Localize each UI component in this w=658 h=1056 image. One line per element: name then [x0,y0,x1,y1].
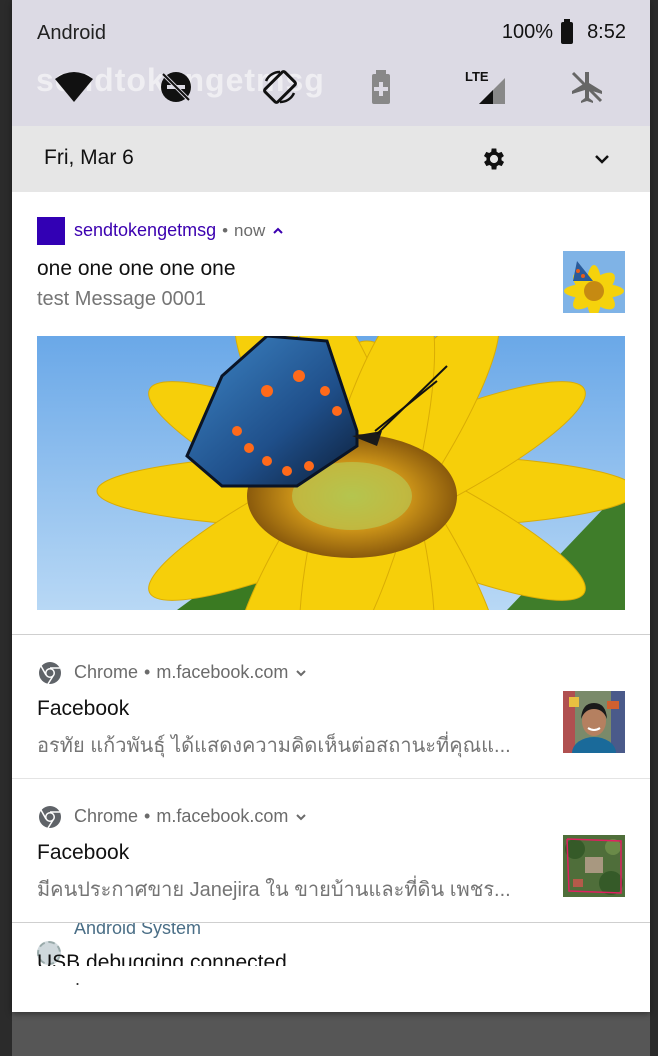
screen-frame-right [650,0,658,1056]
notification-text: test Message 0001 [37,288,206,310]
auto-rotate-icon[interactable] [255,62,305,112]
date-row: Fri, Mar 6 [12,126,650,192]
battery-saver-icon[interactable] [356,62,406,112]
listing-thumbnail [563,835,625,897]
notification-shade: sendtokengetmsg Android 100% 8:52 [12,0,650,1012]
notification-text: มีคนประกาศขาย Janejira ใน ขายบ้านและที่ด… [37,879,511,901]
notification-title: Facebook [37,841,130,864]
notification-facebook-comment[interactable]: Chrome • m.facebook.com Facebook อรทัย แ… [12,635,650,777]
wifi-icon[interactable] [49,62,99,112]
dimmed-background[interactable] [12,1012,650,1056]
expand-chevron-icon[interactable] [294,666,308,680]
header-separator: • [144,806,151,826]
do-not-disturb-off-icon[interactable] [151,62,201,112]
header-separator: • [222,220,229,240]
app-icon [37,217,65,245]
app-name: Chrome [74,662,139,682]
notification-header: Chrome • m.facebook.com [74,806,308,827]
clock: 8:52 [587,21,626,43]
notification-title: Facebook [37,697,130,720]
notification-header: Chrome • m.facebook.com [74,662,308,683]
status-bar: Android 100% 8:52 [12,0,650,66]
collapse-chevron-icon[interactable] [588,145,616,173]
lte-signal-icon[interactable]: LTE [460,62,510,112]
big-picture-image [37,336,625,610]
airplane-mode-off-icon[interactable] [562,62,612,112]
screen-frame-left [0,0,12,1056]
date-label: Fri, Mar 6 [44,146,134,169]
large-icon-thumbnail [563,251,625,313]
notification-title-clip: USB debugging connected [37,953,287,966]
app-name: Android System [74,923,202,938]
avatar [563,691,625,753]
header-separator: • [144,662,151,682]
notification-facebook-listing[interactable]: Chrome • m.facebook.com Facebook มีคนประ… [12,779,650,921]
settings-gear-icon[interactable] [480,145,508,173]
app-name: sendtokengetmsg [74,220,217,240]
notification-header: sendtokengetmsg • now [74,220,285,241]
battery-icon [561,18,574,44]
status-right: 100% 8:52 [501,18,626,44]
quick-settings-tiles: LTE [12,62,650,118]
quick-settings-panel: sendtokengetmsg Android 100% 8:52 [12,0,650,126]
app-name: Chrome [74,806,139,826]
chrome-icon [39,806,61,829]
site-name: m.facebook.com [156,806,289,826]
expand-chevron-icon[interactable] [294,810,308,824]
notification-text: . [75,969,81,989]
notification-sendtokengetmsg[interactable]: sendtokengetmsg • now one one one one on… [12,196,650,634]
notification-title: one one one one one [37,257,236,280]
site-name: m.facebook.com [156,662,289,682]
notification-usb-debugging[interactable]: Android System USB debugging connected . [12,923,650,1012]
carrier-label: Android [37,22,106,44]
notification-time: now [234,220,266,240]
battery-percent: 100% [501,21,554,43]
expand-chevron-icon[interactable] [271,224,285,238]
lte-label: LTE [465,69,489,84]
notification-title: USB debugging connected [37,953,287,966]
chrome-icon [39,662,61,685]
notification-text: อรทัย แก้วพันธุ์ ได้แสดงความคิดเห็นต่อสถ… [37,735,511,757]
